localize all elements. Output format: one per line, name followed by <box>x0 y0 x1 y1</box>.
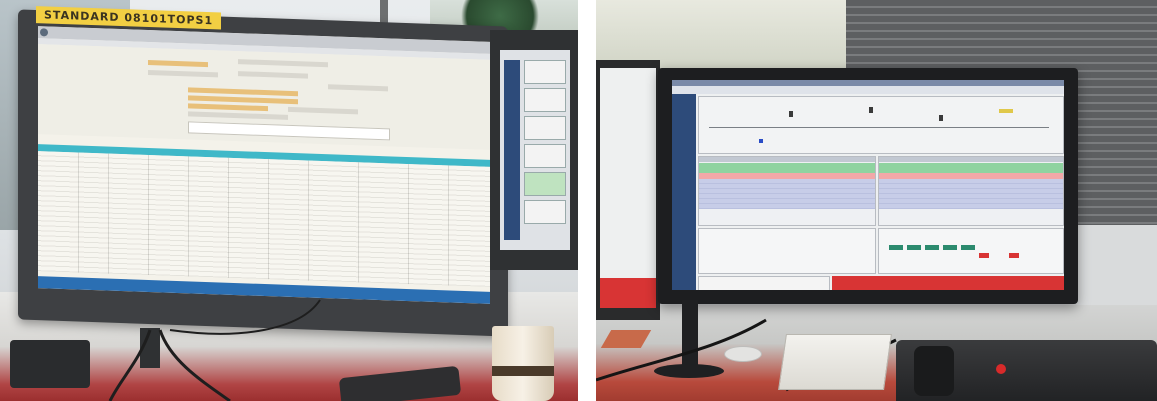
right-photo <box>596 0 1157 401</box>
paper-cup <box>492 326 554 401</box>
phone-console <box>896 340 1157 401</box>
coaster <box>724 346 762 362</box>
red-indicator-icon <box>996 364 1006 374</box>
left-photo: STANDARD 08101TOPS1 <box>0 0 578 401</box>
white-box <box>778 334 892 390</box>
